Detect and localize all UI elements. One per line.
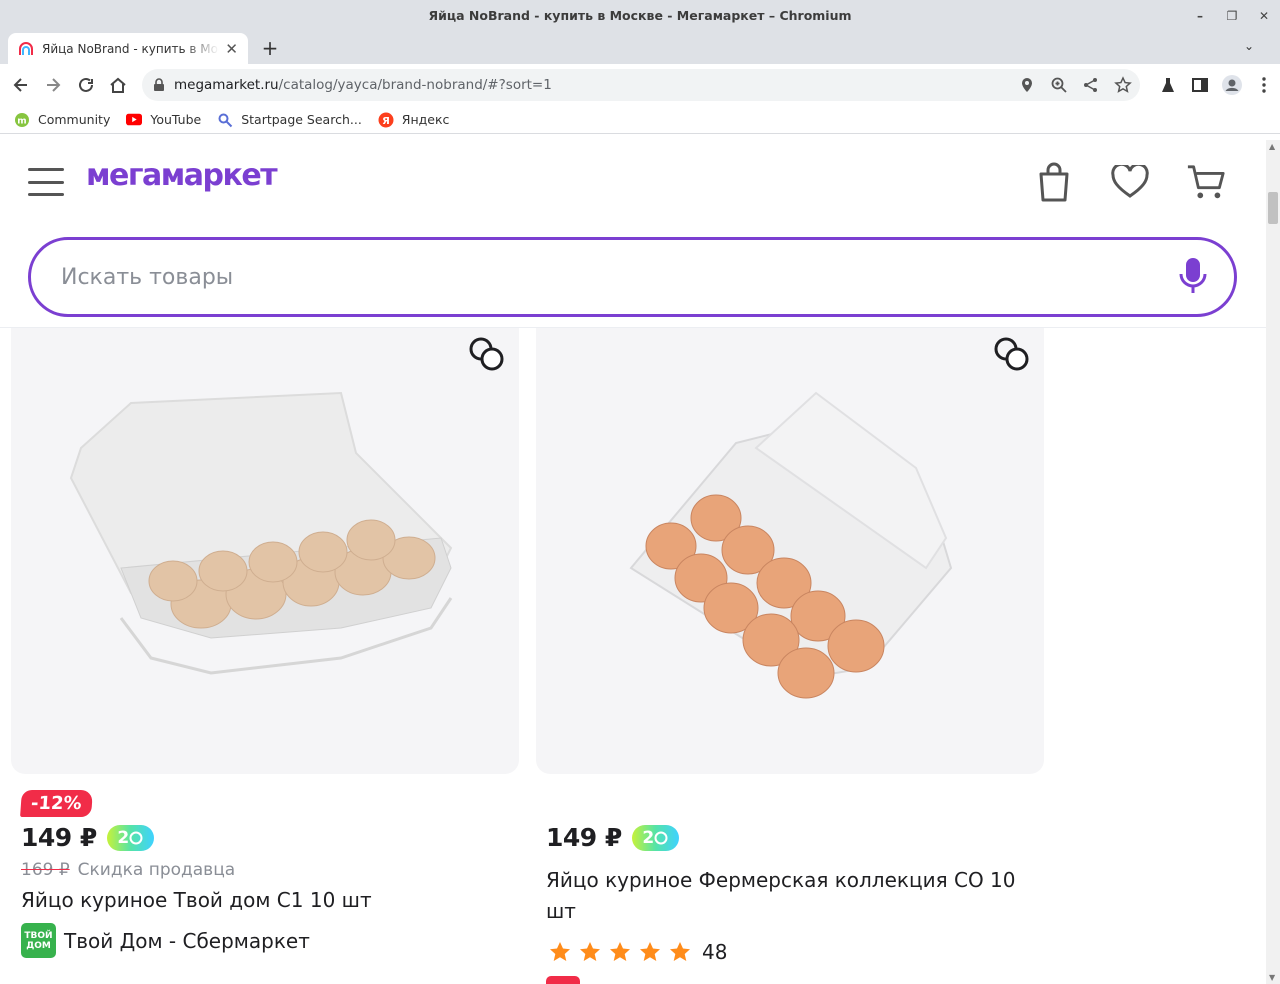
- bookmark-community[interactable]: m Community: [14, 112, 110, 128]
- discount-badge: -12%: [20, 790, 93, 817]
- mint-icon: m: [14, 112, 30, 128]
- window-titlebar: Яйца NoBrand - купить в Москве - Мегамар…: [0, 0, 1280, 31]
- price: 149 ₽: [21, 823, 97, 852]
- seller[interactable]: ТВОЙ ДОМ Твой Дом - Сбермаркет: [21, 923, 310, 958]
- bookmark-label: YouTube: [150, 112, 202, 127]
- seller-name: Твой Дом - Сбермаркет: [64, 928, 310, 953]
- minimize-button[interactable]: –: [1184, 9, 1216, 23]
- zoom-icon[interactable]: [1050, 76, 1068, 94]
- tab-title: Яйца NoBrand - купить в Москве - Мегамар…: [42, 41, 219, 56]
- lock-icon: [154, 78, 164, 91]
- sidebar-icon[interactable]: [1184, 76, 1216, 94]
- tab-active[interactable]: Яйца NoBrand - купить в Москве - Мегамар…: [8, 33, 248, 64]
- old-price: 169 ₽: [21, 860, 70, 880]
- page-scrollbar[interactable]: ▲ ▼: [1266, 140, 1280, 984]
- startpage-icon: [217, 112, 233, 128]
- window-title: Яйца NoBrand - купить в Москве - Мегамар…: [428, 8, 852, 23]
- location-icon[interactable]: [1018, 76, 1036, 94]
- youtube-icon: [126, 112, 143, 128]
- svg-text:m: m: [17, 116, 26, 126]
- share-icon[interactable]: [1082, 76, 1100, 94]
- seller-discount-note: Скидка продавца: [77, 860, 236, 880]
- menu-burger-icon[interactable]: [28, 168, 64, 196]
- home-icon: [110, 77, 126, 93]
- price: 149 ₽: [546, 823, 622, 852]
- home-button[interactable]: [105, 72, 131, 98]
- price-row: 149 ₽ 2: [21, 823, 154, 852]
- star-icon: [670, 942, 690, 961]
- profile-avatar-icon[interactable]: [1216, 74, 1248, 96]
- maximize-button[interactable]: ❐: [1216, 9, 1248, 23]
- address-bar[interactable]: megamarket.ru/catalog/yayca/brand-nobran…: [142, 69, 1140, 101]
- product-name[interactable]: Яйцо куриное Твой дом С1 10 шт: [21, 885, 491, 916]
- compare-icon[interactable]: [993, 336, 1031, 374]
- extensions-flask-icon[interactable]: [1152, 76, 1184, 94]
- tab-strip: Яйца NoBrand - купить в Москве - Мегамар…: [0, 31, 1280, 64]
- back-arrow-icon: [13, 78, 27, 92]
- bookmark-label: Community: [38, 112, 111, 127]
- close-window-button[interactable]: ✕: [1248, 9, 1280, 23]
- scroll-up-icon[interactable]: ▲: [1269, 142, 1275, 151]
- bookmark-youtube[interactable]: YouTube: [126, 112, 201, 128]
- svg-text:Я: Я: [382, 116, 390, 127]
- search-bar[interactable]: [28, 237, 1237, 317]
- bonus-badge: 2: [106, 824, 154, 851]
- bookmarks-bar: m Community YouTube Startpage Search... …: [0, 106, 1280, 134]
- tab-close-icon[interactable]: ✕: [225, 40, 238, 58]
- megamarket-favicon-icon: [19, 41, 33, 55]
- page-viewport: мегамаркет -12%: [0, 140, 1266, 984]
- browser-toolbar: megamarket.ru/catalog/yayca/brand-nobran…: [0, 64, 1280, 106]
- orders-bag-icon[interactable]: [1034, 160, 1074, 204]
- review-count[interactable]: 48: [702, 940, 727, 964]
- rating: 48: [548, 940, 727, 964]
- star-icon: [580, 942, 600, 961]
- yandex-icon: Я: [378, 112, 394, 128]
- browser-menu-icon[interactable]: [1248, 76, 1280, 94]
- bonus-value: 2: [117, 827, 130, 848]
- scroll-down-icon[interactable]: ▼: [1269, 973, 1275, 982]
- site-header: мегамаркет: [0, 140, 1266, 328]
- bookmark-startpage[interactable]: Startpage Search...: [217, 112, 362, 128]
- bonus-coin-icon: [654, 831, 668, 844]
- url-host: megamarket.ru: [174, 77, 279, 93]
- bonus-value: 2: [642, 827, 655, 848]
- new-tab-button[interactable]: +: [258, 36, 282, 60]
- tab-search-chevron-icon[interactable]: ⌄: [1244, 39, 1254, 53]
- price-row: 149 ₽ 2: [546, 823, 679, 852]
- search-input[interactable]: [61, 264, 1141, 290]
- reload-button[interactable]: [73, 72, 99, 98]
- star-icon: [610, 942, 630, 961]
- star-icon: [640, 942, 660, 961]
- microphone-icon[interactable]: [1178, 256, 1208, 296]
- site-logo[interactable]: мегамаркет: [86, 158, 278, 193]
- forward-button[interactable]: [40, 72, 66, 98]
- star-icon: [550, 942, 570, 961]
- url-path: /catalog/yayca/brand-nobrand/#?sort=1: [278, 77, 552, 93]
- bookmark-star-icon[interactable]: [1114, 76, 1132, 94]
- bookmark-label: Яндекс: [401, 112, 450, 127]
- bookmark-yandex[interactable]: Я Яндекс: [378, 112, 450, 128]
- cart-icon[interactable]: [1186, 160, 1226, 204]
- back-button[interactable]: [8, 72, 34, 98]
- product-name[interactable]: Яйцо куриное Фермерская коллекция СО 10 …: [546, 865, 1016, 927]
- forward-arrow-icon: [47, 78, 61, 92]
- reload-icon: [79, 77, 93, 92]
- old-price-line: 169 ₽ Скидка продавца: [21, 860, 235, 880]
- compare-icon[interactable]: [468, 336, 506, 374]
- scrollbar-thumb[interactable]: [1268, 192, 1278, 224]
- bookmark-label: Startpage Search...: [241, 112, 362, 127]
- favorites-heart-icon[interactable]: [1110, 160, 1150, 204]
- seller-logo: ТВОЙ ДОМ: [21, 923, 56, 958]
- bonus-coin-icon: [129, 831, 143, 844]
- seller-logo-partial: [546, 976, 580, 984]
- bonus-badge: 2: [631, 824, 679, 851]
